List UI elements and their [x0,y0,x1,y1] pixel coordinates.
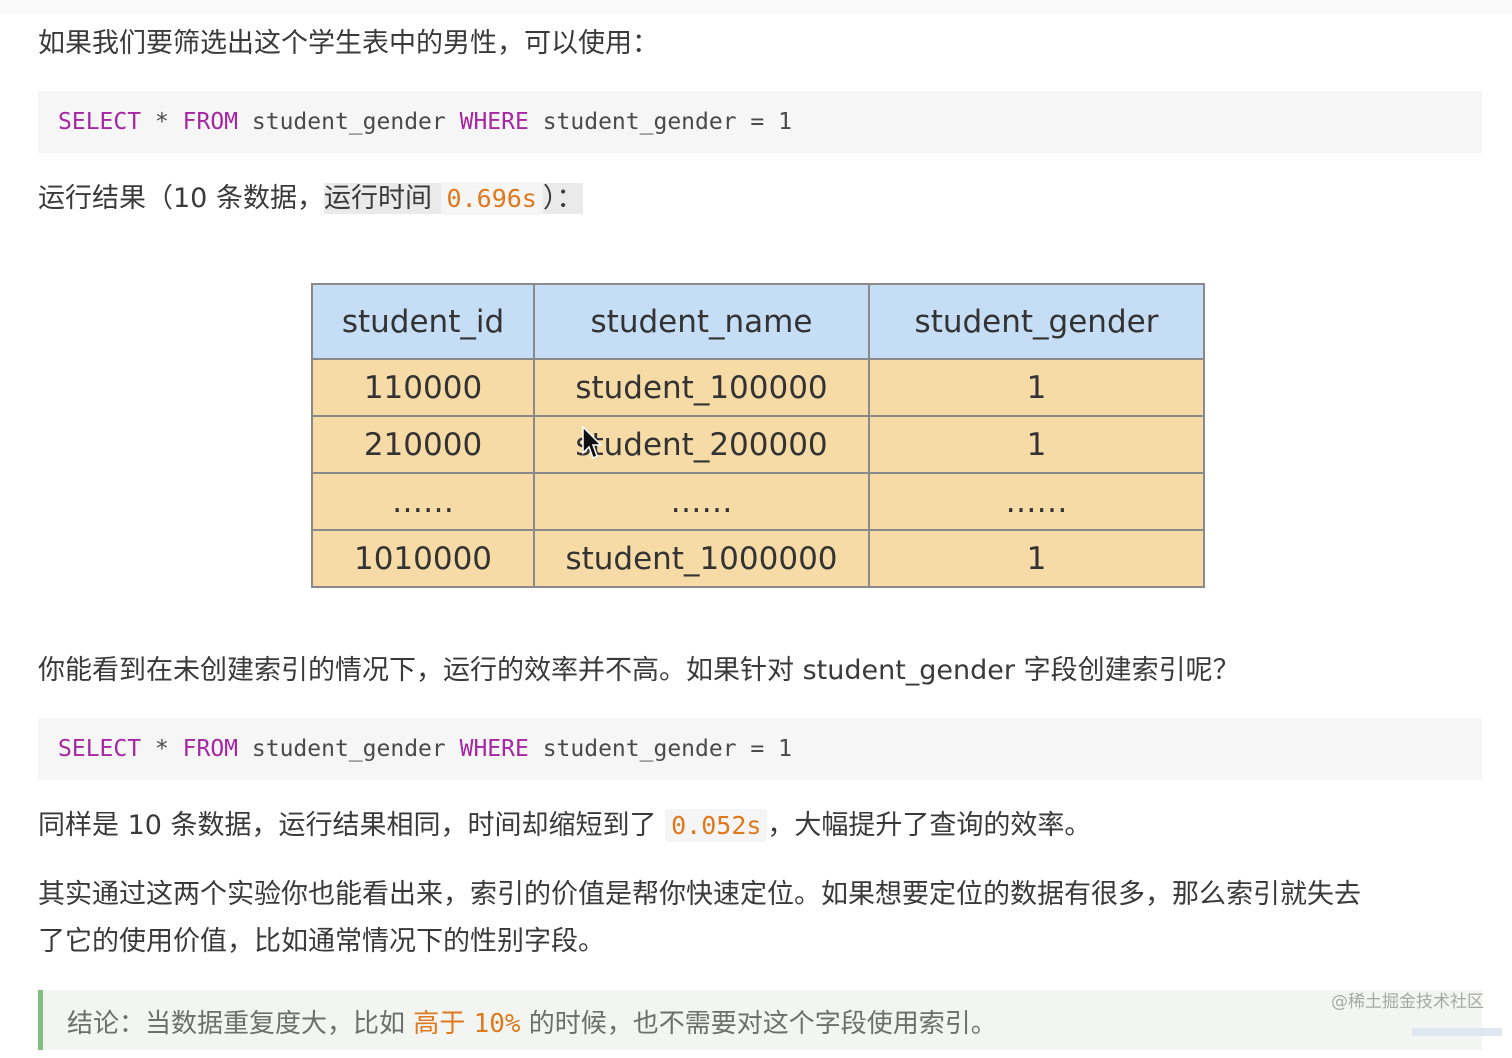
table-header-row: student_id student_name student_gender [311,283,1205,360]
sql-keyword-from: FROM [182,736,239,762]
sql-keyword-select: SELECT [58,736,142,762]
inline-code-time-2: 0.052s [665,809,768,842]
table-cell: 1 [868,415,1205,474]
mouse-pointer-icon [582,426,602,460]
table-cell: 110000 [311,358,535,417]
highlighted-text: 运行时间 0.696s）： [323,182,584,215]
student-table: student_id student_name student_gender 1… [311,283,1205,588]
table-row: 110000 student_100000 1 [311,358,1205,417]
paragraph-3-line-2: 了它的使用价值，比如通常情况下的性别字段。 [38,926,605,957]
watermark: @稀土掘金技术社区 [1331,992,1484,1012]
table-header-cell: student_name [533,283,870,360]
result2-suffix: ，大幅提升了查询的效率。 [767,810,1092,841]
result-paragraph-1: 运行结果（10 条数据，运行时间 0.696s）： [38,176,584,222]
table-cell: …… [868,472,1205,531]
result1-time-label: 运行时间 [323,183,432,214]
sql-table: student_gender [238,109,460,135]
result1-prefix: 运行结果（10 条数据， [38,183,324,214]
conclusion-high: 高于 [413,1009,466,1039]
table-header-cell: student_gender [868,283,1205,360]
table-cell: …… [533,472,870,531]
sql-code-block-2: SELECT * FROM student_gender WHERE stude… [38,718,1482,780]
table-row: 210000 student_200000 1 [311,415,1205,474]
conclusion-blockquote: 结论：当数据重复度大，比如 高于 10% 的时候，也不需要对这个字段使用索引。 [38,990,1482,1050]
table-cell: 1010000 [311,529,535,588]
intro-paragraph: 如果我们要筛选出这个学生表中的男性，可以使用： [38,28,659,59]
sql-keyword-select: SELECT [58,109,142,135]
table-header-cell: student_id [311,283,535,360]
paragraph-3-line-1: 其实通过这两个实验你也能看出来，索引的价值是帮你快速定位。如果想要定位的数据有很… [38,879,1361,910]
bottom-tray [1412,1028,1502,1036]
top-strip [0,0,1512,14]
table-cell: 1 [868,529,1205,588]
table-row: …… …… …… [311,472,1205,531]
table-row: 1010000 student_1000000 1 [311,529,1205,588]
table-cell: student_100000 [533,358,870,417]
sql-table: student_gender [238,736,460,762]
conclusion-percent: 10% [473,1009,521,1039]
table-cell: student_1000000 [533,529,870,588]
sql-condition: student_gender = 1 [528,736,792,762]
conclusion-suffix: 的时候，也不需要对这个字段使用索引。 [528,1009,997,1039]
sql-condition: student_gender = 1 [528,109,792,135]
sql-keyword-where: WHERE [459,736,529,762]
result-paragraph-2: 同样是 10 条数据，运行结果相同，时间却缩短到了 0.052s ，大幅提升了查询… [38,803,1091,849]
table-cell: …… [311,472,535,531]
sql-keyword-from: FROM [182,109,239,135]
sql-code-block-1: SELECT * FROM student_gender WHERE stude… [38,91,1482,153]
sql-star: * [141,736,183,762]
sql-keyword-where: WHERE [459,109,529,135]
conclusion-prefix: 结论：当数据重复度大，比如 [67,1009,406,1039]
table-cell: 210000 [311,415,535,474]
paragraph-2: 你能看到在未创建索引的情况下，运行的效率并不高。如果针对 student_gen… [38,655,1240,686]
result2-prefix: 同样是 10 条数据，运行结果相同，时间却缩短到了 [38,810,666,841]
sql-star: * [141,109,183,135]
inline-code-time-1: 0.696s [440,182,543,215]
result1-suffix: ）： [542,183,584,214]
table-cell: 1 [868,358,1205,417]
